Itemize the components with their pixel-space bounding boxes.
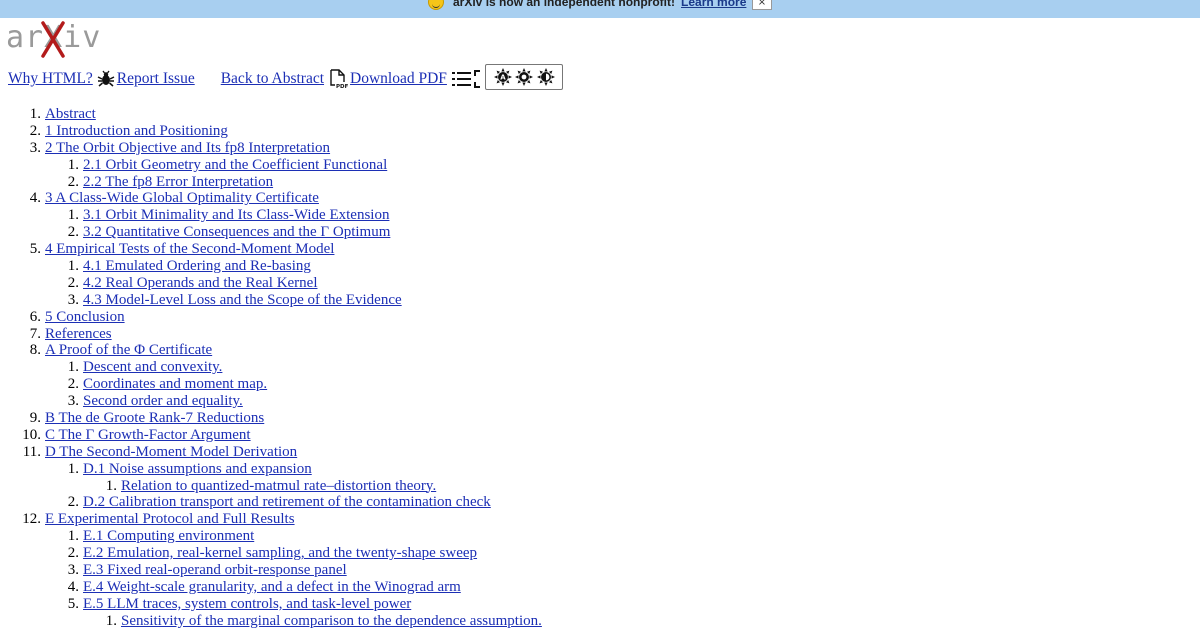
- toc-item-number: 1.: [105, 612, 117, 629]
- toc-item-number: 1.: [67, 528, 79, 545]
- toc-item-number: 1.: [67, 156, 79, 173]
- toc-item-link[interactable]: 2.1 Orbit Geometry and the Coefficient F…: [83, 157, 387, 174]
- html-navbar: Why HTML? Report Issue Back to Abstract …: [8, 66, 492, 92]
- smiley-icon: [428, 0, 444, 10]
- toc-item-number: 5.: [29, 241, 41, 258]
- toc-item-link[interactable]: B The de Groote Rank-7 Reductions: [45, 410, 264, 427]
- toc-item-number: 10.: [22, 426, 41, 443]
- banner-content: arXiv is now an independent nonprofit! L…: [428, 0, 746, 10]
- toc-item-link[interactable]: 4.2 Real Operands and the Real Kernel: [83, 275, 318, 292]
- toc-item-link[interactable]: E Experimental Protocol and Full Results: [45, 511, 295, 528]
- toc-item-link[interactable]: Abstract: [45, 106, 96, 123]
- toc-item-link[interactable]: 5 Conclusion: [45, 309, 125, 326]
- bug-icon: [97, 70, 115, 87]
- dark-theme-icon[interactable]: [536, 68, 555, 86]
- toc-item-link[interactable]: 4.3 Model-Level Loss and the Scope of th…: [83, 292, 402, 309]
- toc-item-link[interactable]: E.4 Weight-scale granularity, and a defe…: [83, 579, 461, 596]
- toc-item-number: 2.: [67, 376, 79, 393]
- toc-item-number: 11.: [22, 443, 41, 460]
- toc-item-link[interactable]: Relation to quantized-matmul rate–distor…: [121, 478, 436, 495]
- toc-item-number: 2.: [67, 494, 79, 511]
- back-to-abstract-link[interactable]: Back to Abstract: [221, 70, 324, 88]
- theme-switcher: A: [485, 64, 563, 90]
- toc-item-link[interactable]: D.2 Calibration transport and retirement…: [83, 494, 491, 511]
- toc-item-number: 3.: [67, 562, 79, 579]
- close-banner-button[interactable]: ×: [752, 0, 772, 10]
- toc-item-link[interactable]: Second order and equality.: [83, 393, 243, 410]
- toc-item-number: 3.: [29, 139, 41, 156]
- toc-item-number: 2.: [67, 173, 79, 190]
- table-of-contents-icon[interactable]: [451, 70, 473, 88]
- report-issue-link[interactable]: Report Issue: [117, 70, 195, 88]
- toc-item-link[interactable]: D The Second-Moment Model Derivation: [45, 444, 297, 461]
- toc-item-number: 7.: [29, 325, 41, 342]
- toc-item-link[interactable]: Sensitivity of the marginal comparison t…: [121, 613, 542, 630]
- toc-item-number: 4.: [29, 190, 41, 207]
- svg-text:A: A: [500, 74, 506, 82]
- logo-x-mark-icon: [41, 21, 65, 58]
- toc-item-number: 1.: [67, 460, 79, 477]
- toc-item-link[interactable]: Coordinates and moment map.: [83, 376, 267, 393]
- toc-item-number: 3.: [67, 291, 79, 308]
- arxiv-logo[interactable]: arXiv: [6, 18, 106, 60]
- toc-item-link[interactable]: 2 The Orbit Objective and Its fp8 Interp…: [45, 140, 330, 157]
- why-html-link[interactable]: Why HTML?: [8, 70, 93, 88]
- toc-item-number: 8.: [29, 342, 41, 359]
- toc-item-number: 2.: [67, 224, 79, 241]
- toc-item-number: 4.: [67, 578, 79, 595]
- toc-item-number: 2.: [67, 274, 79, 291]
- download-pdf-link[interactable]: Download PDF: [350, 70, 447, 88]
- toc-item-number: 1.: [67, 207, 79, 224]
- toc-item-link[interactable]: 1 Introduction and Positioning: [45, 123, 228, 140]
- light-theme-icon[interactable]: [515, 68, 533, 86]
- toc-item-number: 9.: [29, 410, 41, 427]
- toc-item-link[interactable]: 3 A Class-Wide Global Optimality Certifi…: [45, 190, 319, 207]
- toc-item-number: 1.: [29, 106, 41, 122]
- toc-item-link[interactable]: C The Γ Growth-Factor Argument: [45, 427, 251, 444]
- toc-item-number: 12.: [22, 511, 41, 528]
- toc-item-number: 3.: [67, 393, 79, 410]
- toc-item-number: 5.: [67, 595, 79, 612]
- toc-item-number: 1.: [67, 258, 79, 275]
- auto-theme-icon[interactable]: A: [493, 68, 512, 86]
- toc-item-number: 2.: [29, 122, 41, 139]
- toc-item-link[interactable]: Descent and convexity.: [83, 359, 222, 376]
- toc-item-link[interactable]: A Proof of the Φ Certificate: [45, 342, 212, 359]
- toc-item-link[interactable]: 2.2 The fp8 Error Interpretation: [83, 174, 273, 191]
- toc-item-number: 6.: [29, 308, 41, 325]
- banner-text: arXiv is now an independent nonprofit!: [453, 0, 676, 9]
- toc-item-link[interactable]: E.5 LLM traces, system controls, and tas…: [83, 596, 411, 613]
- toc-item-link[interactable]: E.3 Fixed real-operand orbit-response pa…: [83, 562, 347, 579]
- learn-more-link[interactable]: Learn more: [681, 0, 746, 9]
- pdf-file-icon: PDF: [330, 69, 348, 89]
- announcement-banner: arXiv is now an independent nonprofit! L…: [0, 0, 1200, 18]
- toc-item-link[interactable]: 4 Empirical Tests of the Second-Moment M…: [45, 241, 334, 258]
- svg-text:PDF: PDF: [336, 84, 348, 89]
- toc-item-link[interactable]: 3.1 Orbit Minimality and Its Class-Wide …: [83, 207, 389, 224]
- toc-item-link[interactable]: D.1 Noise assumptions and expansion: [83, 461, 312, 478]
- toc-item-number: 1.: [105, 477, 117, 494]
- toc-item-link[interactable]: E.2 Emulation, real-kernel sampling, and…: [83, 545, 477, 562]
- toc-item-link[interactable]: References: [45, 326, 112, 343]
- toc-item-number: 2.: [67, 545, 79, 562]
- toc-item-link[interactable]: E.1 Computing environment: [83, 528, 254, 545]
- toc-item-number: 1.: [67, 359, 79, 376]
- toc-item-link[interactable]: 4.1 Emulated Ordering and Re-basing: [83, 258, 311, 275]
- toc-item-link[interactable]: 3.2 Quantitative Consequences and the Γ …: [83, 224, 390, 241]
